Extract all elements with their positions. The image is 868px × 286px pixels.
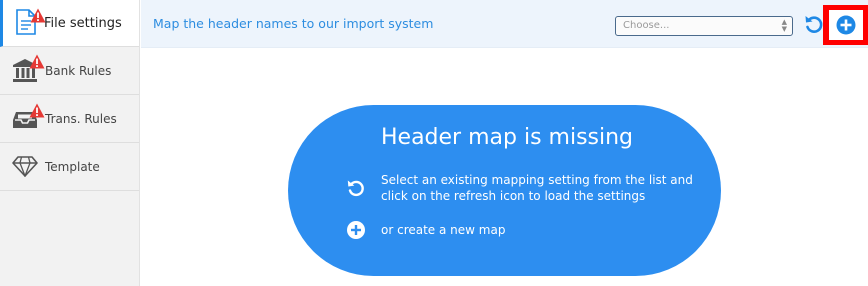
app: File settings Bank Rules Trans. Rules Te…	[0, 0, 868, 286]
missing-map-panel: Header map is missing Select an existing…	[288, 105, 721, 276]
diamond-icon	[12, 151, 38, 181]
mapping-select[interactable]: Choose... ▲ ▼	[615, 16, 793, 36]
warning-icon	[29, 103, 45, 118]
panel-title: Header map is missing	[381, 125, 634, 150]
plus-circle-icon	[836, 15, 855, 35]
sidebar-item-label: Template	[45, 159, 100, 174]
plus-circle-icon	[347, 221, 365, 239]
refresh-icon	[347, 180, 364, 197]
instruction-select-text: Select an existing mapping setting from …	[381, 173, 693, 203]
sidebar: File settings Bank Rules Trans. Rules Te…	[0, 0, 140, 286]
sidebar-item-trans-rules[interactable]: Trans. Rules	[0, 95, 139, 143]
instruction-create-text: or create a new map	[381, 223, 506, 237]
sidebar-item-template[interactable]: Template	[0, 143, 139, 191]
header-bar: Map the header names to our import syste…	[141, 0, 868, 48]
sidebar-item-file-settings[interactable]: File settings	[0, 0, 139, 47]
refresh-button[interactable]	[803, 13, 825, 35]
sidebar-item-label: Trans. Rules	[45, 111, 117, 126]
sidebar-item-label: Bank Rules	[45, 63, 112, 78]
sidebar-item-label: File settings	[44, 15, 122, 31]
select-placeholder: Choose...	[623, 20, 670, 31]
refresh-icon	[805, 16, 823, 33]
add-map-button[interactable]	[828, 10, 863, 40]
sidebar-item-bank-rules[interactable]: Bank Rules	[0, 47, 139, 95]
warning-icon	[29, 54, 45, 69]
add-map-highlight	[823, 5, 868, 45]
select-arrows-icon: ▲ ▼	[781, 18, 787, 33]
header-title: Map the header names to our import syste…	[153, 16, 434, 31]
